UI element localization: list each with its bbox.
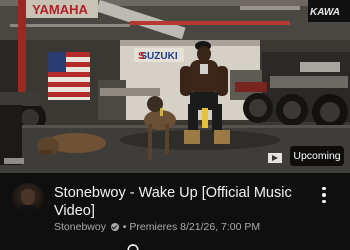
- upcoming-badge: Upcoming: [290, 146, 344, 166]
- video-meta: Stonebwoy • Premieres 8/21/26, 7:00 PM: [54, 220, 304, 234]
- video-title[interactable]: Stonebwoy - Wake Up [Official Music Vide…: [54, 184, 304, 220]
- video-info: Stonebwoy - Wake Up [Official Music Vide…: [0, 173, 350, 250]
- yamaha-sign-text: YAMAHA: [32, 2, 88, 17]
- svg-text:S: S: [138, 51, 145, 62]
- more-vert-icon[interactable]: [316, 184, 332, 206]
- flag-decoration: [48, 52, 90, 100]
- premiere-text: Premieres 8/21/26, 7:00 PM: [129, 221, 261, 233]
- kawa-sign-text: KAWA: [310, 7, 340, 18]
- verified-check-icon: [110, 223, 119, 231]
- channel-name[interactable]: Stonebwoy: [54, 221, 106, 233]
- bell-icon[interactable]: [126, 244, 140, 250]
- channel-avatar[interactable]: [12, 183, 44, 215]
- meta-separator: •: [122, 221, 127, 233]
- suzuki-sign-text: SUZUKI: [140, 51, 177, 62]
- video-thumbnail[interactable]: YAMAHA KAWA SUZUKI S Upcoming: [0, 0, 350, 173]
